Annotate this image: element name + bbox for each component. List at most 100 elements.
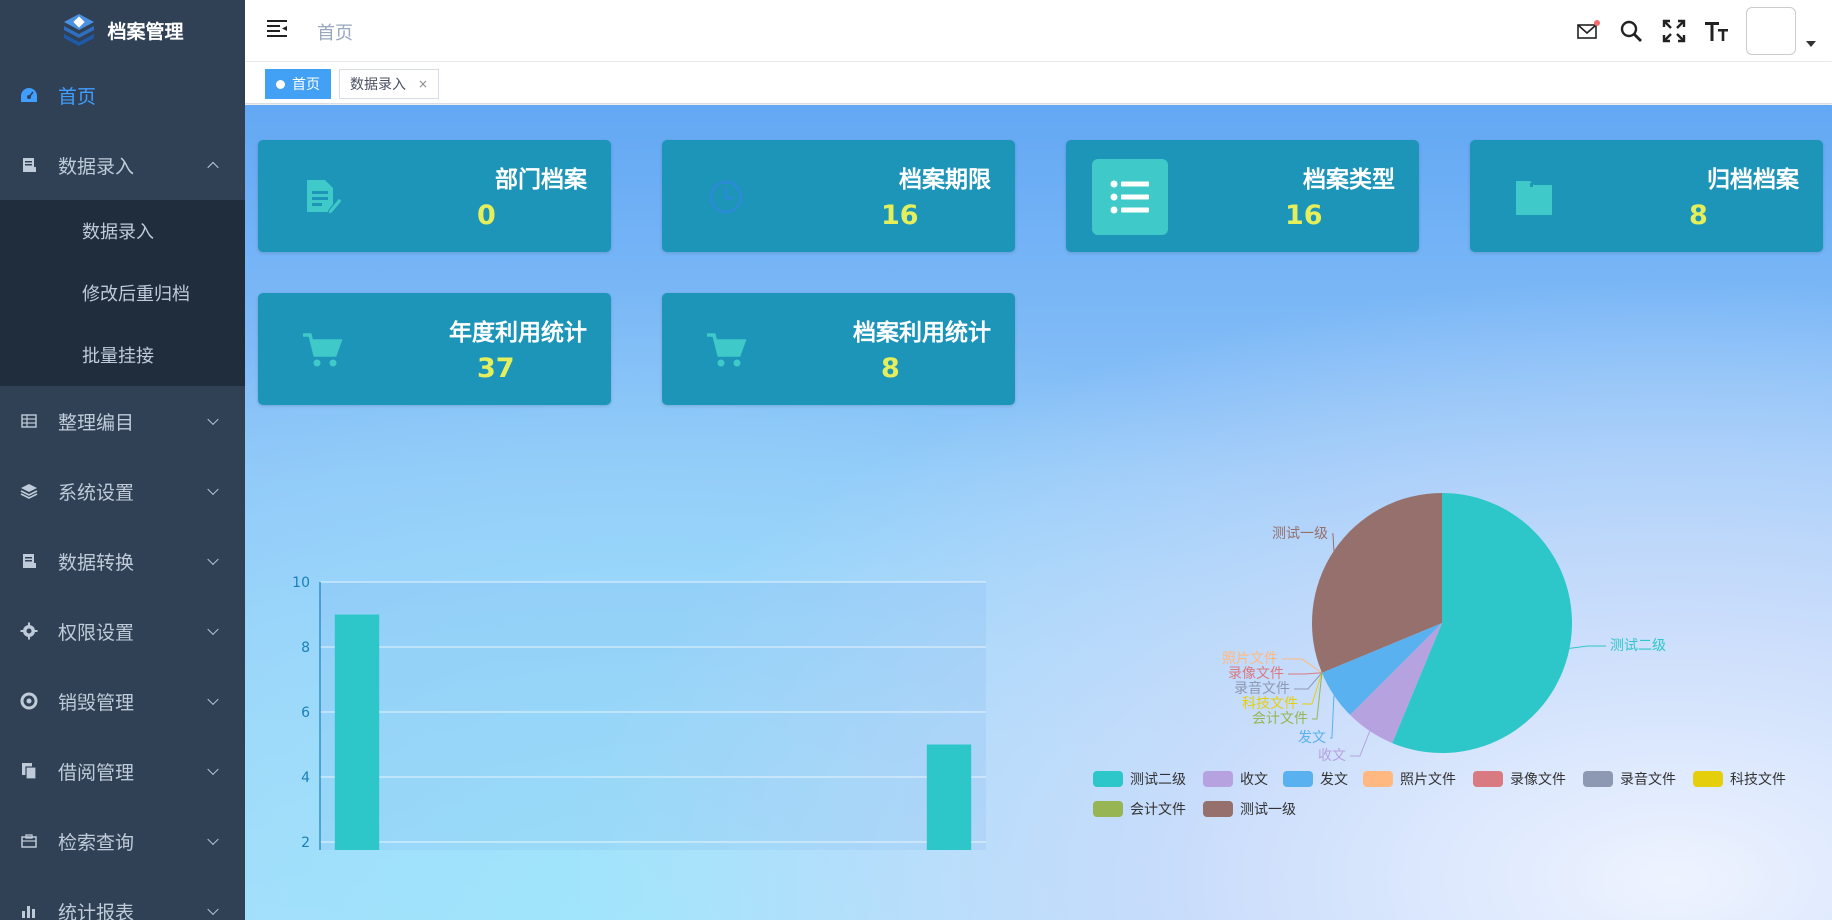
document-icon: [20, 552, 38, 570]
pie-label: 收文: [1318, 748, 1346, 764]
card-archive-types[interactable]: 档案类型 16: [1066, 140, 1419, 252]
card-archive-period[interactable]: 档案期限 16: [662, 140, 1015, 252]
tag-data-entry[interactable]: 数据录入 ×: [339, 69, 440, 99]
hamburger-icon[interactable]: [267, 19, 289, 39]
sidebar-item-destroy[interactable]: 销毁管理: [0, 666, 245, 736]
caret-down-icon[interactable]: [1806, 41, 1816, 47]
sidebar-item-label: 数据录入: [58, 155, 135, 178]
cart-icon: [688, 312, 764, 388]
card-yearly-usage[interactable]: 年度利用统计 37: [258, 293, 611, 405]
pie-label-line: [1569, 645, 1606, 649]
y-tick-label: 4: [301, 770, 310, 786]
search-icon[interactable]: [1617, 17, 1645, 45]
fullscreen-icon[interactable]: [1660, 17, 1688, 45]
legend-label: 会计文件: [1130, 802, 1186, 818]
sidebar-item-system-settings[interactable]: 系统设置: [0, 456, 245, 526]
sidebar-item-label: 系统设置: [58, 481, 135, 504]
card-value: 16: [881, 200, 919, 231]
list-icon: [1092, 159, 1168, 235]
table-icon: [20, 412, 38, 430]
submenu-item-batch-attach[interactable]: 批量挂接: [0, 324, 245, 386]
sidebar-item-catalog[interactable]: 整理编目: [0, 386, 245, 456]
message-icon[interactable]: [1574, 17, 1602, 45]
app-title: 档案管理: [107, 20, 184, 43]
close-icon[interactable]: ×: [418, 77, 428, 91]
tag-home[interactable]: 首页: [265, 69, 331, 99]
bar-chart-icon: [20, 902, 38, 920]
legend-swatch: [1093, 771, 1123, 787]
sidebar-item-label: 检索查询: [58, 831, 135, 854]
pie-label: 科技文件: [1242, 696, 1298, 712]
gear-icon: [20, 622, 38, 640]
lifebuoy-icon: [20, 692, 38, 710]
sidebar-item-label: 数据转换: [58, 551, 135, 574]
legend-label: 录音文件: [1620, 771, 1676, 788]
sidebar-item-label: 整理编目: [58, 411, 135, 434]
briefcase-icon: [20, 832, 38, 850]
sidebar-item-borrow[interactable]: 借阅管理: [0, 736, 245, 806]
doc-edit-icon: [284, 159, 360, 235]
submenu-data-entry: 数据录入 修改后重归档 批量挂接: [0, 200, 245, 386]
card-value: 37: [477, 353, 515, 384]
tag-label: 首页: [292, 77, 320, 93]
chevron-down-icon: [207, 763, 219, 776]
legend-swatch: [1093, 801, 1123, 817]
copy-icon: [20, 762, 38, 780]
sidebar-item-data-convert[interactable]: 数据转换: [0, 526, 245, 596]
legend-label: 发文: [1320, 772, 1348, 788]
breadcrumb[interactable]: 首页: [317, 19, 353, 45]
pie-label-line: [1312, 672, 1323, 720]
submenu-item-re-archive[interactable]: 修改后重归档: [0, 262, 245, 324]
sidebar-item-reports[interactable]: 统计报表: [0, 876, 245, 920]
card-value: 8: [881, 353, 900, 384]
card-value: 0: [477, 200, 496, 231]
card-archived[interactable]: 归档档案 8: [1470, 140, 1823, 252]
sidebar: 档案管理 首页 数据录入 数据录入 修改后重归档 批量挂接 整理编目 系统设置: [0, 0, 245, 920]
bar-chart: 0246810测试二级发文录像文件科技文件测试一级: [292, 575, 986, 850]
card-title: 档案类型: [1303, 167, 1395, 193]
legend-label: 照片文件: [1400, 772, 1456, 788]
sidebar-item-home[interactable]: 首页: [0, 60, 245, 130]
pie-label: 测试一级: [1272, 526, 1328, 542]
legend-label: 录像文件: [1510, 772, 1566, 788]
app-logo[interactable]: 档案管理: [0, 0, 245, 60]
sidebar-item-label: 销毁管理: [58, 691, 135, 714]
bar: [334, 614, 380, 850]
bar: [926, 744, 972, 850]
card-title: 档案期限: [899, 167, 991, 193]
legend-label: 测试二级: [1130, 772, 1186, 788]
card-value: 16: [1285, 200, 1323, 231]
pie-label: 录音文件: [1234, 680, 1290, 697]
legend-label: 科技文件: [1730, 772, 1786, 788]
legend-swatch: [1473, 771, 1503, 787]
plot-area: [320, 582, 986, 850]
y-tick-label: 10: [292, 575, 310, 591]
card-archive-usage[interactable]: 档案利用统计 8: [662, 293, 1015, 405]
sidebar-item-search[interactable]: 检索查询: [0, 806, 245, 876]
y-tick-label: 8: [301, 640, 310, 656]
sidebar-item-permissions[interactable]: 权限设置: [0, 596, 245, 666]
submenu-item-data-entry[interactable]: 数据录入: [0, 200, 245, 262]
card-value: 8: [1689, 200, 1708, 231]
navbar: 首页: [245, 0, 1832, 62]
card-title: 年度利用统计: [449, 320, 587, 346]
card-department-archives[interactable]: 部门档案 0: [258, 140, 611, 252]
layers-icon: [20, 482, 38, 500]
document-icon: [20, 156, 38, 174]
dashboard-icon: [20, 86, 38, 104]
font-size-icon[interactable]: [1703, 17, 1731, 45]
chevron-down-icon: [207, 903, 219, 916]
legend-label: 测试一级: [1240, 802, 1296, 818]
pie-label-line: [1330, 695, 1335, 739]
sidebar-item-data-entry[interactable]: 数据录入: [0, 130, 245, 200]
cart-icon: [284, 312, 360, 388]
pie-label-line: [1288, 672, 1322, 675]
avatar[interactable]: [1746, 7, 1796, 55]
chevron-up-icon: [207, 161, 219, 174]
legend-swatch: [1203, 801, 1233, 817]
card-title: 部门档案: [495, 167, 587, 193]
sidebar-item-label: 统计报表: [58, 901, 135, 920]
legend-swatch: [1693, 771, 1723, 787]
y-tick-label: 6: [301, 705, 310, 721]
pie-label: 会计文件: [1252, 711, 1308, 727]
